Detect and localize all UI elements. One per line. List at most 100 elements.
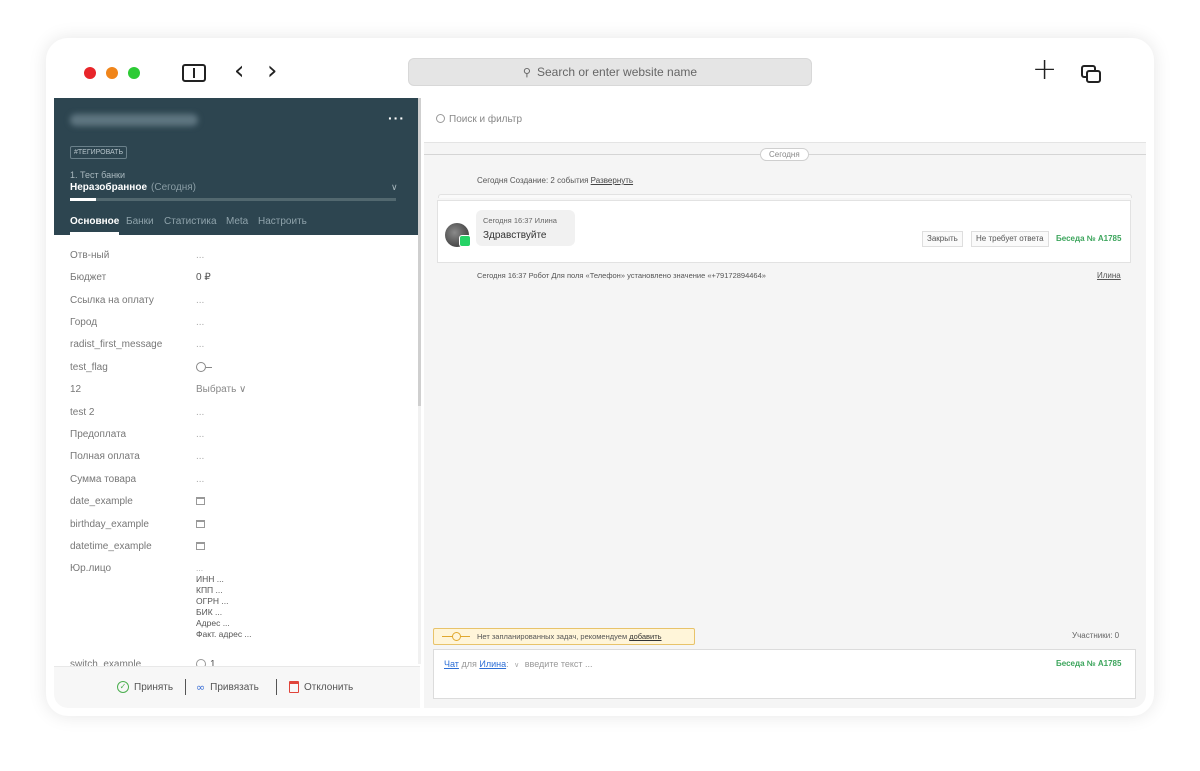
test-flag-toggle[interactable] [196, 362, 212, 375]
tab-meta[interactable]: Meta [226, 216, 248, 227]
field-value[interactable]: ... [196, 339, 204, 350]
back-chevron-icon[interactable]: ‹ [234, 58, 244, 84]
participants-count[interactable]: Участники: 0 [1072, 631, 1119, 640]
field-label: test_flag [70, 362, 108, 373]
field-label: radist_first_message [70, 339, 163, 350]
close-conversation-button[interactable]: Закрыть [922, 231, 963, 247]
date-divider-today: Сегодня [760, 148, 809, 161]
clock-icon [442, 632, 470, 641]
field-value[interactable]: ... [196, 474, 204, 485]
lead-fields: Отв-ный ... Бюджет 0 ₽ Ссылка на оплату … [54, 235, 420, 666]
no-reply-needed-button[interactable]: Не требует ответа [971, 231, 1049, 247]
address-placeholder: Search or enter website name [536, 65, 698, 79]
field-label: Предоплата [70, 429, 127, 440]
footer-divider [276, 679, 277, 695]
sidebar-toggle-icon[interactable] [182, 64, 206, 82]
field-value[interactable]: ... [196, 429, 204, 440]
message-card: Сегодня 16:37 Илина Здравствуйте Закрыть… [437, 200, 1131, 263]
collapsed-events-stack [438, 194, 1132, 198]
stage-progress-fill [70, 198, 97, 201]
add-task-link[interactable]: добавить [629, 632, 661, 641]
stage-selector[interactable]: Неразобранное (Сегодня) [70, 182, 196, 193]
field-label: Отв-ный [70, 250, 110, 261]
tab-banks[interactable]: Банки [126, 216, 154, 227]
field-label: Юр.лицо [70, 563, 112, 574]
switch-field[interactable]: 1 [196, 659, 216, 666]
chat-type-link[interactable]: Чат [444, 659, 459, 669]
footer-divider [185, 679, 186, 695]
toggle-icon [196, 362, 212, 372]
field-value[interactable]: ... [196, 451, 204, 462]
message-meta: Сегодня 16:37 Илина [483, 216, 557, 225]
legal-actual-address: Факт. адрес ... [196, 629, 252, 639]
browser-toolbar: ‹ › ⚲ Search or enter website name + [54, 46, 1146, 98]
close-window-button[interactable] [84, 67, 96, 79]
bind-button[interactable]: ∞ Привязать [196, 681, 259, 694]
link-icon: ∞ [196, 681, 206, 694]
event-user-link[interactable]: Илина [1097, 271, 1121, 280]
field-label: test 2 [70, 407, 95, 418]
composer-for: для [461, 659, 477, 669]
field-label: switch_example [70, 659, 142, 666]
field-label: datetime_example [70, 541, 152, 552]
tab-statistics[interactable]: Статистика [164, 216, 217, 227]
lead-header: ··· #ТЕГИРОВАТЬ 1. Тест банки Неразобран… [54, 98, 420, 235]
forward-chevron-icon[interactable]: › [267, 58, 277, 84]
tag-button[interactable]: #ТЕГИРОВАТЬ [70, 146, 128, 159]
feed-search-input[interactable]: Поиск и фильтр [449, 114, 522, 125]
minimize-window-button[interactable] [106, 67, 118, 79]
reject-button[interactable]: Отклонить [289, 681, 353, 693]
field-value[interactable]: ... [196, 407, 204, 418]
robot-event: Сегодня 16:37 Робот Для поля «Телефон» у… [477, 271, 766, 280]
more-options-icon[interactable]: ··· [388, 110, 405, 126]
field-value[interactable]: 0 ₽ [196, 272, 211, 283]
calendar-icon[interactable] [196, 497, 205, 508]
field-value[interactable]: ... [196, 250, 204, 261]
zoom-window-button[interactable] [128, 67, 140, 79]
address-bar[interactable]: ⚲ Search or enter website name [408, 58, 812, 86]
field-label: 12 [70, 384, 82, 395]
switch-value: 1 [210, 659, 216, 666]
field-label: Город [70, 317, 98, 328]
message-composer[interactable]: Чат для Илина: ∨ введите текст ... Бесед… [433, 649, 1136, 699]
select-dropdown[interactable]: Выбрать ∨ [196, 384, 246, 395]
recipient-chevron-down-icon[interactable]: ∨ [514, 662, 519, 669]
field-value[interactable]: ... [196, 295, 204, 306]
legal-address: Адрес ... [196, 618, 230, 628]
radio-icon [196, 659, 206, 666]
creation-event-text: Сегодня Создание: 2 события [477, 176, 589, 185]
whatsapp-icon [459, 235, 471, 247]
browser-window: ‹ › ⚲ Search or enter website name + ··· … [54, 46, 1146, 708]
tab-settings[interactable]: Настроить [258, 216, 307, 227]
accept-label: Принять [134, 681, 174, 693]
lead-title-redacted [70, 114, 198, 126]
new-tab-plus-icon[interactable]: + [1032, 55, 1057, 85]
stage-chevron-down-icon[interactable]: ∨ [391, 182, 398, 193]
conversation-link[interactable]: Беседа № A1785 [1056, 234, 1121, 243]
recipient-link[interactable]: Илина [479, 659, 506, 669]
left-scrollbar-thumb[interactable] [418, 98, 421, 406]
tab-main[interactable]: Основное [70, 216, 120, 235]
tabs-overview-icon[interactable] [1081, 65, 1101, 83]
expand-link[interactable]: Развернуть [591, 176, 633, 185]
no-tasks-text: Нет запланированных задач, рекомендуем [477, 632, 628, 641]
field-value: ... [196, 563, 204, 573]
accept-button[interactable]: ✓ Принять [117, 681, 173, 693]
legal-entity-field[interactable]: ... ИНН ... КПП ... ОГРН ... БИК ... Адр… [196, 563, 252, 640]
field-value[interactable]: ... [196, 317, 204, 328]
stage-progress-bar [70, 198, 396, 201]
composer-conversation-link[interactable]: Беседа № A1785 [1056, 659, 1121, 668]
field-label: Полная оплата [70, 451, 140, 462]
calendar-icon[interactable] [196, 542, 205, 553]
feed-panel: Поиск и фильтр Сегодня Сегодня Создание:… [424, 98, 1146, 708]
field-label: Ссылка на оплату [70, 295, 154, 306]
legal-ogrn: ОГРН ... [196, 596, 229, 606]
creation-event: Сегодня Создание: 2 события Развернуть [477, 176, 633, 185]
feed-search-bar[interactable]: Поиск и фильтр [424, 98, 1146, 143]
composer-input[interactable]: введите текст ... [525, 659, 593, 669]
calendar-icon[interactable] [196, 520, 205, 531]
composer-header: Чат для Илина: ∨ введите текст ... [444, 659, 593, 669]
stage-date: (Сегодня) [151, 182, 197, 193]
legal-bik: БИК ... [196, 607, 223, 617]
check-circle-icon: ✓ [117, 681, 129, 693]
